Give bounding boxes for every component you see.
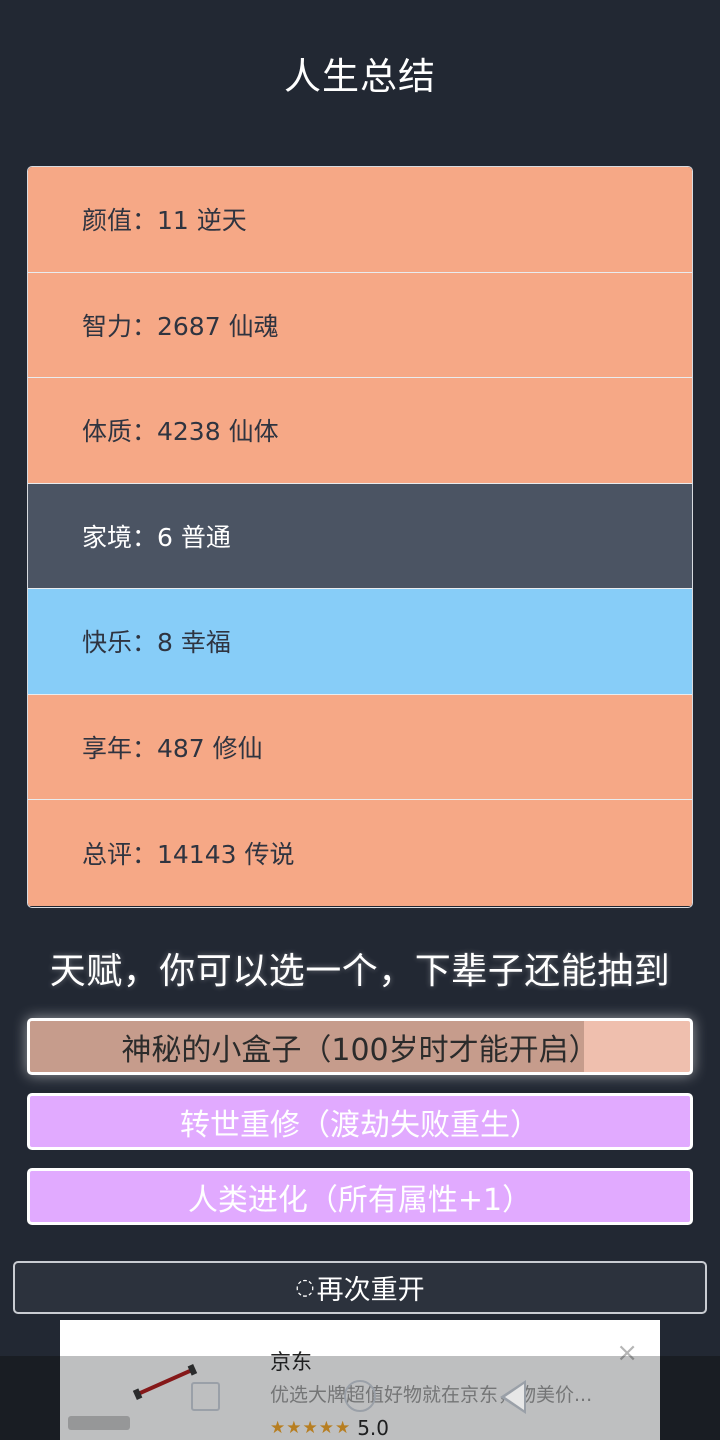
stat-text: 颜值：11 逆天 (82, 206, 247, 236)
product-rod-icon (137, 1368, 193, 1396)
stats-panel: 颜值：11 逆天 智力：2687 仙魂 体质：4238 仙体 家境：6 普通 快… (27, 166, 693, 908)
stat-row-constitution: 体质：4238 仙体 (28, 378, 692, 484)
stat-row-overall: 总评：14143 传说 (28, 800, 692, 906)
recent-apps-icon[interactable] (191, 1382, 220, 1411)
page-title: 人生总结 (284, 55, 436, 98)
talent-option-mystery-box[interactable]: 神秘的小盒子（100岁时才能开启） (27, 1018, 693, 1075)
close-icon[interactable]: × (616, 1338, 638, 1368)
refresh-icon: ◌ (295, 1275, 315, 1300)
stat-row-happiness: 快乐：8 幸福 (28, 589, 692, 695)
stat-row-family: 家境：6 普通 (28, 483, 692, 589)
star-icon: ★★★★★ (270, 1418, 352, 1438)
ad-product-image[interactable] (68, 1338, 248, 1438)
ad-description: 优选大牌超值好物就在京东，物美价... (270, 1384, 593, 1406)
talent-option-reincarnation[interactable]: 转世重修（渡劫失败重生） (27, 1093, 693, 1150)
stat-row-intelligence: 智力：2687 仙魂 (28, 272, 692, 378)
stat-text: 智力：2687 仙魂 (82, 311, 279, 341)
talent-label: 神秘的小盒子（100岁时才能开启） (121, 1032, 599, 1068)
ad-advertiser-name: 京东 (270, 1350, 312, 1374)
ad-rating: ★★★★★ 5.0 (270, 1416, 389, 1440)
restart-button[interactable]: ◌ 再次重开 (13, 1261, 707, 1314)
stat-text: 体质：4238 仙体 (82, 417, 279, 447)
ad-rating-value: 5.0 (357, 1416, 390, 1440)
life-summary-screen: 人生总结 颜值：11 逆天 智力：2687 仙魂 体质：4238 仙体 家境：6… (0, 0, 720, 1440)
home-icon[interactable] (344, 1380, 376, 1412)
talent-label: 人类进化（所有属性+1） (187, 1182, 533, 1218)
talent-option-evolution[interactable]: 人类进化（所有属性+1） (27, 1168, 693, 1225)
stat-text: 享年：487 修仙 (82, 733, 263, 763)
talent-label: 转世重修（渡劫失败重生） (180, 1107, 540, 1143)
stat-row-lifespan: 享年：487 修仙 (28, 694, 692, 800)
back-icon[interactable] (500, 1380, 526, 1414)
restart-label: 再次重开 (316, 1275, 425, 1306)
stat-text: 家境：6 普通 (82, 522, 231, 552)
stat-text: 快乐：8 幸福 (82, 628, 231, 658)
stat-text: 总评：14143 传说 (82, 839, 295, 869)
talent-heading: 天赋，你可以选一个，下辈子还能抽到 (49, 951, 671, 992)
ad-tag (68, 1416, 130, 1430)
stat-row-appearance: 颜值：11 逆天 (28, 167, 692, 273)
